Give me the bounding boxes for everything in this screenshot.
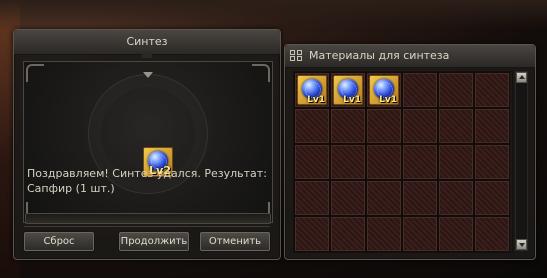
inventory-slot[interactable] <box>294 216 330 252</box>
materials-scrollbar[interactable] <box>515 71 528 251</box>
cancel-button[interactable]: Отменить <box>200 232 270 251</box>
inventory-slot[interactable] <box>366 108 402 144</box>
materials-window-title[interactable]: Материалы для синтеза <box>285 45 535 68</box>
inventory-slot[interactable] <box>294 144 330 180</box>
material-item[interactable]: Lv1 <box>333 75 363 105</box>
title-notch <box>142 52 152 58</box>
inventory-slot[interactable] <box>474 72 510 108</box>
inventory-slot[interactable] <box>330 108 366 144</box>
inventory-slot[interactable] <box>438 108 474 144</box>
background-scene-top <box>0 0 547 30</box>
materials-title-label: Материалы для синтеза <box>309 49 450 62</box>
inventory-slot[interactable] <box>330 144 366 180</box>
inventory-slot[interactable]: Lv1 <box>294 72 330 108</box>
corner-ornament <box>26 64 44 82</box>
message-line: Поздравляем! Синтез удался. Результат: <box>27 167 267 180</box>
materials-inventory-grid: Lv1 Lv1 Lv1 <box>293 71 513 253</box>
inventory-slot[interactable] <box>438 180 474 216</box>
divider <box>24 226 270 227</box>
inventory-slot[interactable] <box>330 216 366 252</box>
inventory-slot[interactable] <box>402 216 438 252</box>
reset-button[interactable]: Сброс <box>24 232 94 251</box>
synthesis-result-panel: Lv2 <box>23 61 273 223</box>
arrow-down-icon <box>143 72 153 78</box>
inventory-slot[interactable]: Lv1 <box>366 72 402 108</box>
inventory-slot[interactable] <box>474 108 510 144</box>
inventory-slot[interactable] <box>402 72 438 108</box>
inventory-slot[interactable] <box>474 180 510 216</box>
synthesis-result-message: Поздравляем! Синтез удался. Результат: С… <box>27 166 267 196</box>
synthesis-progress-bar <box>25 213 271 224</box>
inventory-slot[interactable] <box>474 216 510 252</box>
synthesis-window: Синтез Lv2 Поздравляем! Синтез удался. Р… <box>13 29 281 260</box>
inventory-slot[interactable] <box>330 180 366 216</box>
corner-ornament <box>252 64 270 82</box>
inventory-slot[interactable]: Lv1 <box>330 72 366 108</box>
inventory-slot[interactable] <box>366 144 402 180</box>
item-level-badge: Lv1 <box>343 95 361 105</box>
message-line: Сапфир (1 шт.) <box>27 182 115 195</box>
material-item[interactable]: Lv1 <box>297 75 327 105</box>
inventory-slot[interactable] <box>402 144 438 180</box>
inventory-slot[interactable] <box>402 108 438 144</box>
inventory-slot[interactable] <box>366 216 402 252</box>
inventory-slot[interactable] <box>294 108 330 144</box>
inventory-slot[interactable] <box>474 144 510 180</box>
item-level-badge: Lv1 <box>307 95 325 105</box>
inventory-slot[interactable] <box>438 144 474 180</box>
inventory-slot[interactable] <box>402 180 438 216</box>
item-level-badge: Lv1 <box>379 95 397 105</box>
scroll-up-button[interactable] <box>516 72 527 83</box>
materials-window: Материалы для синтеза Lv1 Lv1 Lv1 <box>284 44 536 260</box>
inventory-slot[interactable] <box>294 180 330 216</box>
continue-button[interactable]: Продолжить <box>119 232 189 251</box>
materials-grid-icon <box>290 50 303 62</box>
inventory-slot[interactable] <box>438 72 474 108</box>
scroll-down-button[interactable] <box>516 239 527 250</box>
inventory-slot[interactable] <box>366 180 402 216</box>
inventory-slot[interactable] <box>438 216 474 252</box>
material-item[interactable]: Lv1 <box>369 75 399 105</box>
